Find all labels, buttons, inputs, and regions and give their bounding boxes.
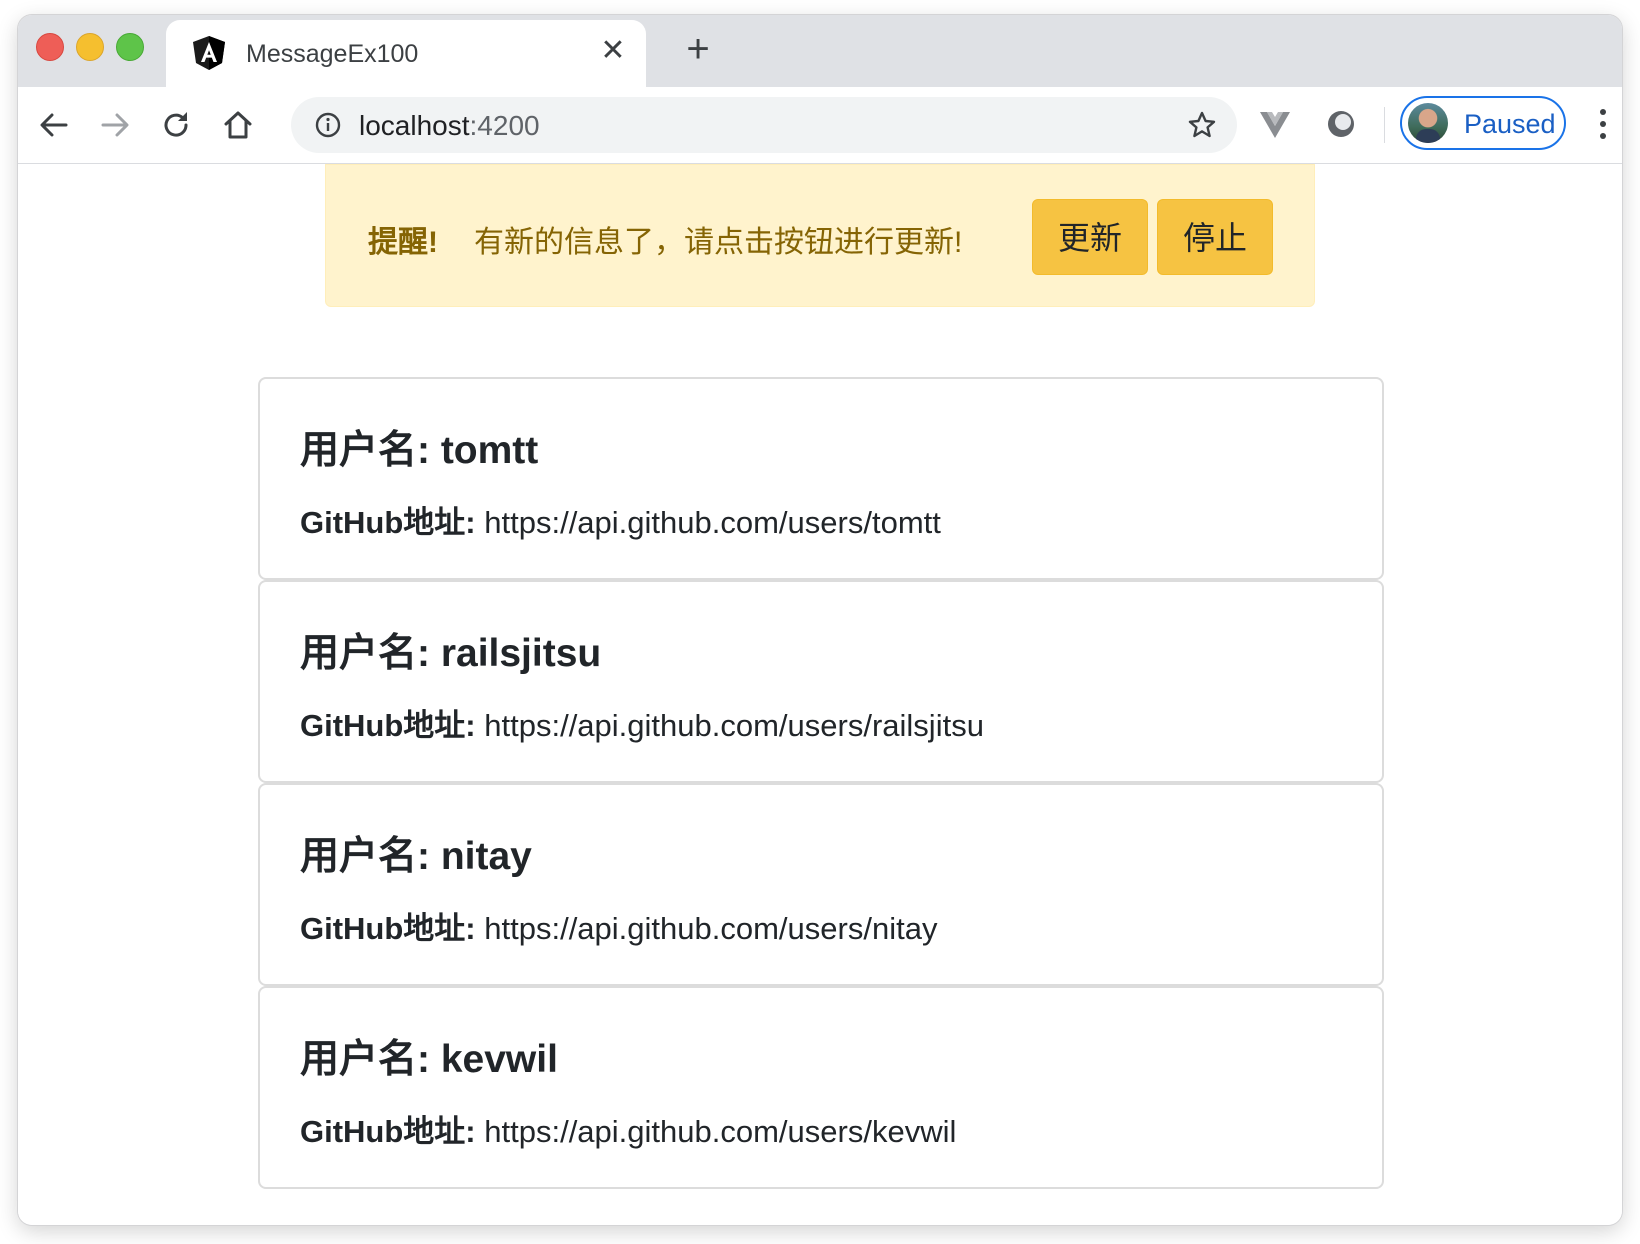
github-url: https://api.github.com/users/tomtt <box>484 505 941 540</box>
tab-active[interactable]: MessageEx100 ✕ <box>166 20 646 90</box>
tab-close-icon[interactable]: ✕ <box>596 34 630 68</box>
toolbar-separator <box>1384 107 1385 143</box>
user-name-heading: 用户名: tomtt <box>300 429 539 472</box>
url-port: :4200 <box>469 110 540 141</box>
browser-window: MessageEx100 ✕ + localhost:4200 Paused 提… <box>18 15 1622 1225</box>
browser-toolbar: localhost:4200 Paused <box>18 87 1622 164</box>
github-address-label: GitHub地址: <box>300 505 476 540</box>
github-url: https://api.github.com/users/kevwil <box>484 1114 957 1149</box>
github-address-label: GitHub地址: <box>300 1114 476 1149</box>
vue-devtools-icon[interactable] <box>1258 107 1292 141</box>
info-icon[interactable] <box>315 112 341 138</box>
update-button[interactable]: 更新 <box>1032 199 1148 275</box>
menu-icon[interactable] <box>1598 109 1608 143</box>
github-address: GitHub地址: https://api.github.com/users/k… <box>300 1106 956 1151</box>
profile-button[interactable]: Paused <box>1400 96 1566 150</box>
reload-icon[interactable] <box>158 107 194 143</box>
tab-strip: MessageEx100 ✕ + <box>18 15 1622 90</box>
github-address-label: GitHub地址: <box>300 911 476 946</box>
github-address: GitHub地址: https://api.github.com/users/r… <box>300 700 984 745</box>
github-address-label: GitHub地址: <box>300 708 476 743</box>
github-url: https://api.github.com/users/railsjitsu <box>484 708 984 743</box>
zoom-window-button[interactable] <box>116 33 144 61</box>
user-name-heading: 用户名: railsjitsu <box>300 632 602 675</box>
user-card: 用户名: nitay GitHub地址: https://api.github.… <box>258 783 1384 986</box>
update-alert: 提醒! 有新的信息了，请点击按钮进行更新! 更新 停止 <box>325 164 1315 307</box>
forward-icon[interactable] <box>97 107 133 143</box>
user-card: 用户名: railsjitsu GitHub地址: https://api.gi… <box>258 580 1384 783</box>
github-address: GitHub地址: https://api.github.com/users/n… <box>300 903 937 948</box>
github-url: https://api.github.com/users/nitay <box>484 911 938 946</box>
user-name-heading: 用户名: kevwil <box>300 1038 558 1081</box>
star-icon[interactable] <box>1187 110 1217 140</box>
profile-status-label: Paused <box>1464 109 1556 139</box>
user-name-heading: 用户名: nitay <box>300 835 532 878</box>
angular-logo-icon <box>193 36 225 70</box>
user-card: 用户名: kevwil GitHub地址: https://api.github… <box>258 986 1384 1189</box>
home-icon[interactable] <box>220 107 256 143</box>
back-icon[interactable] <box>36 107 72 143</box>
user-card: 用户名: tomtt GitHub地址: https://api.github.… <box>258 377 1384 580</box>
avatar <box>1408 103 1448 143</box>
url-text[interactable]: localhost:4200 <box>359 110 540 142</box>
tab-title: MessageEx100 <box>246 40 419 68</box>
new-tab-button[interactable]: + <box>678 29 718 69</box>
extension-icon[interactable] <box>1324 107 1358 141</box>
stop-button[interactable]: 停止 <box>1157 199 1273 275</box>
github-address: GitHub地址: https://api.github.com/users/t… <box>300 497 941 542</box>
url-host: localhost <box>359 110 470 141</box>
close-window-button[interactable] <box>36 33 64 61</box>
minimize-window-button[interactable] <box>76 33 104 61</box>
page-content: 提醒! 有新的信息了，请点击按钮进行更新! 更新 停止 用户名: tomtt G… <box>18 164 1622 1225</box>
alert-strong-text: 提醒! <box>368 226 438 259</box>
alert-message: 有新的信息了，请点击按钮进行更新! <box>474 226 963 259</box>
address-bar[interactable]: localhost:4200 <box>291 97 1237 153</box>
